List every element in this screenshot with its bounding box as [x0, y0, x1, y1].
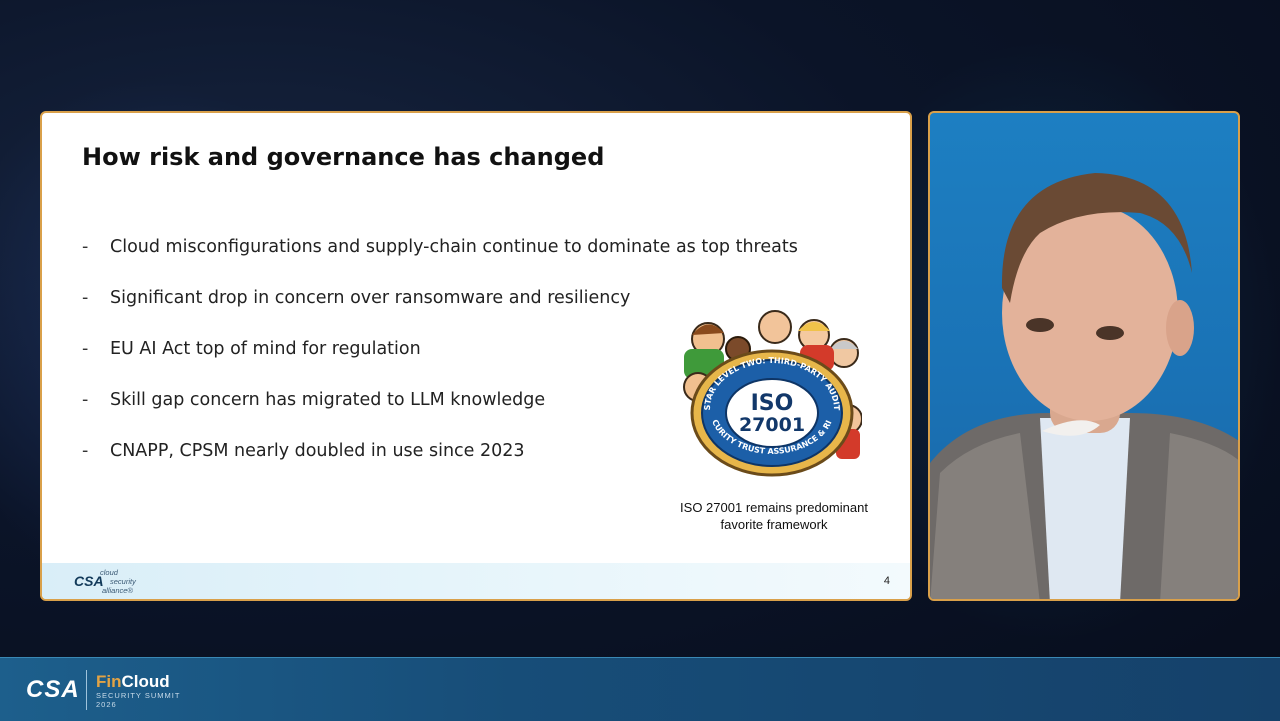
slide-footer: CSA cloud security alliance® 4: [42, 563, 910, 599]
bullet-item: - Cloud misconfigurations and supply-cha…: [82, 221, 798, 272]
caption-line: favorite framework: [720, 517, 828, 532]
bullet-text: Significant drop in concern over ransomw…: [110, 287, 631, 308]
iso-badge-illustration: ISO 27001 STAR LEVEL TWO: THIRD-PARTY AU…: [677, 302, 863, 485]
bullet-text: CNAPP, CPSM nearly doubled in use since …: [110, 440, 525, 461]
badge-text-iso: ISO: [751, 391, 794, 416]
presentation-slide: How risk and governance has changed - Cl…: [40, 111, 912, 601]
fincloud-fin: Fin: [96, 672, 122, 691]
wordmark-line: cloud: [100, 568, 118, 577]
page-number: 4: [883, 575, 890, 587]
event-year: 2026: [96, 700, 117, 709]
bullet-text: Skill gap concern has migrated to LLM kn…: [110, 389, 546, 410]
event-subtitle: SECURITY SUMMIT: [96, 691, 181, 700]
bullet-marker: -: [82, 287, 89, 308]
speaker-video: [928, 111, 1240, 601]
fincloud-logo: FinCloud: [96, 672, 170, 692]
badge-text-number: 27001: [739, 414, 805, 436]
csa-footer-wordmark: cloud security alliance®: [100, 568, 136, 595]
slide-title: How risk and governance has changed: [82, 143, 605, 171]
caption-line: ISO 27001 remains predominant: [680, 500, 868, 515]
speaker-figure: [930, 173, 1238, 599]
fincloud-cloud: Cloud: [121, 672, 170, 691]
bullet-marker: -: [82, 236, 89, 257]
badge-graphic: ISO 27001 STAR LEVEL TWO: THIRD-PARTY AU…: [677, 302, 863, 477]
bullet-marker: -: [82, 389, 89, 410]
wordmark-line: alliance®: [102, 586, 133, 595]
logo-divider: [86, 670, 87, 710]
csa-logo: CSA: [26, 676, 80, 703]
badge-caption: ISO 27001 remains predominant favorite f…: [662, 499, 886, 533]
event-bottom-bar: CSA FinCloud SECURITY SUMMIT 2026: [0, 657, 1280, 721]
bullet-text: EU AI Act top of mind for regulation: [110, 338, 421, 359]
bullet-text: Cloud misconfigurations and supply-chain…: [110, 236, 798, 257]
bullet-marker: -: [82, 338, 89, 359]
wordmark-line: security: [110, 577, 136, 586]
bullet-marker: -: [82, 440, 89, 461]
